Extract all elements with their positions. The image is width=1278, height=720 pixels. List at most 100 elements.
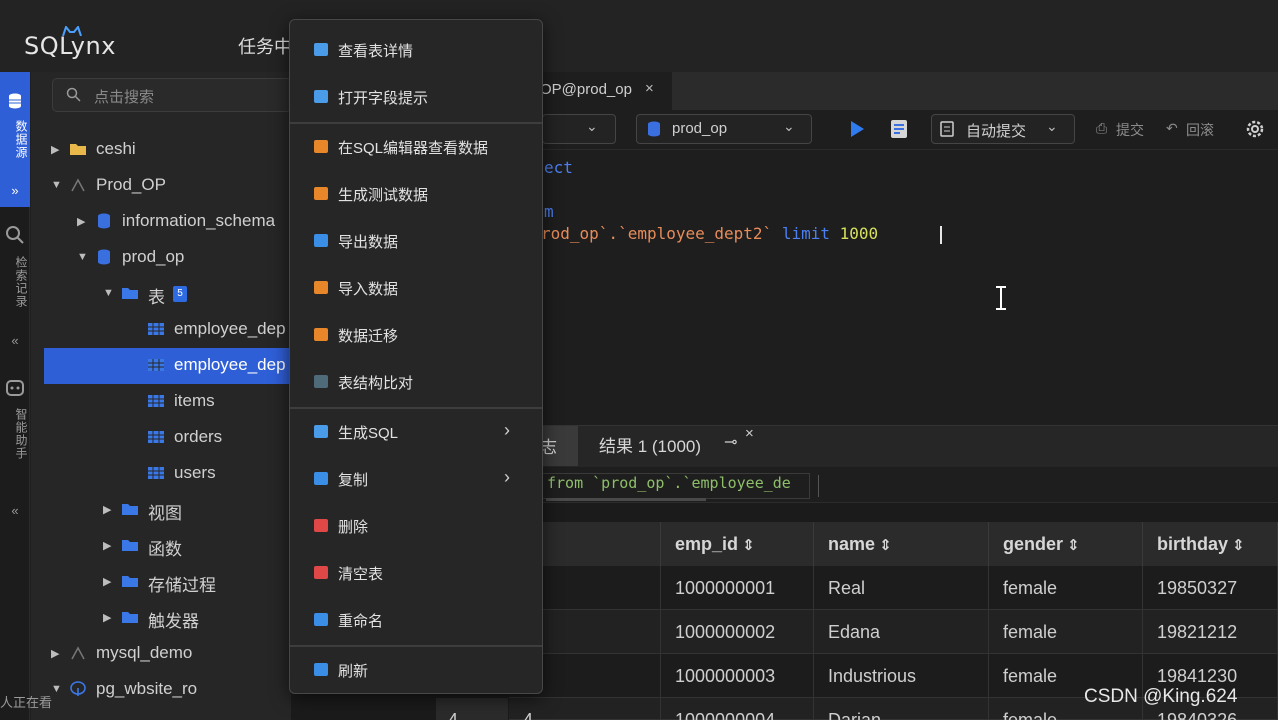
pin-icon[interactable]: ⊸ [724, 432, 737, 452]
menu-item[interactable]: 清空表 [290, 550, 542, 596]
code-number: 1000 [839, 224, 879, 243]
tree-item[interactable]: items [31, 384, 291, 420]
gear-icon[interactable] [1244, 118, 1266, 140]
tree-item[interactable]: ▶ 存储过程 [31, 564, 291, 600]
menu-item[interactable]: 重命名 [290, 597, 542, 643]
format-icon[interactable] [890, 119, 908, 139]
menu-item[interactable]: 在SQL编辑器查看数据 [290, 124, 542, 170]
table-cell[interactable]: 1000000002 [661, 610, 814, 654]
bar-chart-icon [314, 187, 328, 200]
menu-item[interactable]: 复制 › [290, 456, 542, 502]
caret-down-icon[interactable]: ▼ [103, 287, 114, 299]
menu-item[interactable]: 导入数据 [290, 265, 542, 311]
caret-right-icon[interactable]: ▶ [103, 575, 111, 588]
table-cell[interactable]: 1000000001 [661, 566, 814, 610]
expand-icon[interactable]: » [0, 183, 30, 198]
menu-item[interactable]: 查看表详情 [290, 27, 542, 73]
column-header[interactable]: emp_id ⇕ [661, 522, 814, 566]
menu-item[interactable]: 导出数据 [290, 218, 542, 264]
table-cell[interactable]: female [989, 610, 1143, 654]
column-header[interactable]: gender ⇕ [989, 522, 1143, 566]
search-input[interactable] [52, 78, 292, 112]
caret-down-icon[interactable]: ▼ [51, 179, 62, 191]
rollback-button[interactable]: 回滚 [1186, 120, 1214, 140]
column-header[interactable]: name ⇕ [814, 522, 989, 566]
sort-icon[interactable]: ⇕ [1063, 537, 1080, 554]
result-tab-label[interactable]: 结果 1 (1000) [599, 432, 701, 457]
sort-icon[interactable]: ⇕ [1228, 537, 1245, 554]
tree-item[interactable]: employee_dep [31, 312, 291, 348]
table-cell[interactable]: Industrious [814, 654, 989, 698]
tree-item-label: pg_wbsite_ro [96, 679, 198, 698]
menu-item[interactable]: 生成SQL › [290, 409, 542, 455]
folder-icon [121, 285, 139, 301]
tree-item[interactable]: employee_dep [44, 348, 292, 384]
menu-item[interactable]: 表结构比对 [290, 359, 542, 405]
activity-assistant-label[interactable]: 智能助手 [0, 408, 30, 460]
caret-down-icon[interactable]: ▼ [51, 683, 62, 695]
table-cell[interactable]: Edana [814, 610, 989, 654]
caret-right-icon[interactable]: ▶ [77, 215, 85, 228]
tree-item[interactable]: users [31, 456, 291, 492]
activity-history-label[interactable]: 检索记录 [0, 256, 30, 308]
menu-item[interactable]: 刷新 [290, 647, 542, 693]
tree-item-label: 函数 [148, 540, 182, 559]
watermark: CSDN @King.624 [1084, 686, 1238, 707]
caret-right-icon[interactable]: ▶ [103, 539, 111, 552]
search-icon [66, 87, 81, 102]
chevron-down-icon: ⌄ [586, 118, 598, 134]
tree-item[interactable]: ▶ 视图 [31, 492, 291, 528]
caret-right-icon[interactable]: ▶ [103, 503, 111, 516]
tree-item[interactable]: ▶ ceshi [31, 132, 291, 168]
collapse-icon[interactable]: « [0, 333, 30, 348]
nav-tasks[interactable]: 任务中 [238, 33, 292, 59]
menu-item[interactable]: 打开字段提示 [290, 74, 542, 120]
sort-icon[interactable]: ⇕ [738, 537, 755, 554]
caret-right-icon[interactable]: ▶ [51, 143, 59, 156]
trash-icon [314, 519, 328, 532]
menu-item[interactable]: 删除 [290, 503, 542, 549]
commit-button[interactable]: 提交 [1116, 120, 1144, 140]
close-icon[interactable]: × [645, 80, 654, 97]
sort-icon[interactable]: ⇕ [875, 537, 892, 554]
connection-select[interactable] [542, 114, 616, 144]
table-cell[interactable]: 19821212 [1143, 610, 1278, 654]
tree-item[interactable]: ▼ 表 5 [31, 276, 291, 312]
menu-item-label: 复制 [338, 472, 369, 489]
caret-right-icon[interactable]: ▶ [103, 611, 111, 624]
import-icon [314, 281, 328, 294]
tree-item[interactable]: ▼ prod_op [31, 240, 291, 276]
table-cell[interactable]: 1000000004 [661, 698, 814, 720]
tree-item[interactable]: ▶ information_schema [31, 204, 291, 240]
tree-item[interactable]: ▼ pg_wbsite_ro [31, 672, 291, 708]
menu-item[interactable]: 数据迁移 [290, 312, 542, 358]
table-cell[interactable]: 1000000003 [661, 654, 814, 698]
table-cell[interactable]: Darian [814, 698, 989, 720]
table-cell[interactable]: 19850327 [1143, 566, 1278, 610]
scrollbar[interactable] [546, 498, 706, 501]
run-icon[interactable] [849, 120, 865, 138]
column-header-label: birthday [1157, 534, 1229, 554]
tree-item[interactable]: ▶ 函数 [31, 528, 291, 564]
rename-icon [314, 613, 328, 626]
menu-item-label: 导出数据 [338, 234, 399, 251]
collapse-icon-2[interactable]: « [0, 503, 30, 518]
caret-down-icon[interactable]: ▼ [77, 251, 88, 263]
tree-item-label: orders [174, 427, 223, 446]
tree-item[interactable]: ▶ mysql_demo [31, 636, 291, 672]
tree-item[interactable]: orders [31, 420, 291, 456]
text-cursor [940, 226, 942, 244]
row-number: 4 [436, 698, 508, 720]
tree-item[interactable]: ▼ Prod_OP [31, 168, 291, 204]
tree-item[interactable]: ▶ 触发器 [31, 600, 291, 636]
table-cell[interactable]: 4 [509, 698, 661, 720]
refresh-icon [314, 663, 328, 676]
caret-right-icon[interactable]: ▶ [51, 647, 59, 660]
table-cell[interactable]: Real [814, 566, 989, 610]
column-header[interactable]: birthday ⇕ [1143, 522, 1278, 566]
close-icon[interactable]: × [745, 425, 754, 442]
tree-item-label: users [174, 463, 216, 482]
table-icon [147, 357, 165, 373]
table-cell[interactable]: female [989, 566, 1143, 610]
menu-item[interactable]: 生成测试数据 [290, 171, 542, 217]
